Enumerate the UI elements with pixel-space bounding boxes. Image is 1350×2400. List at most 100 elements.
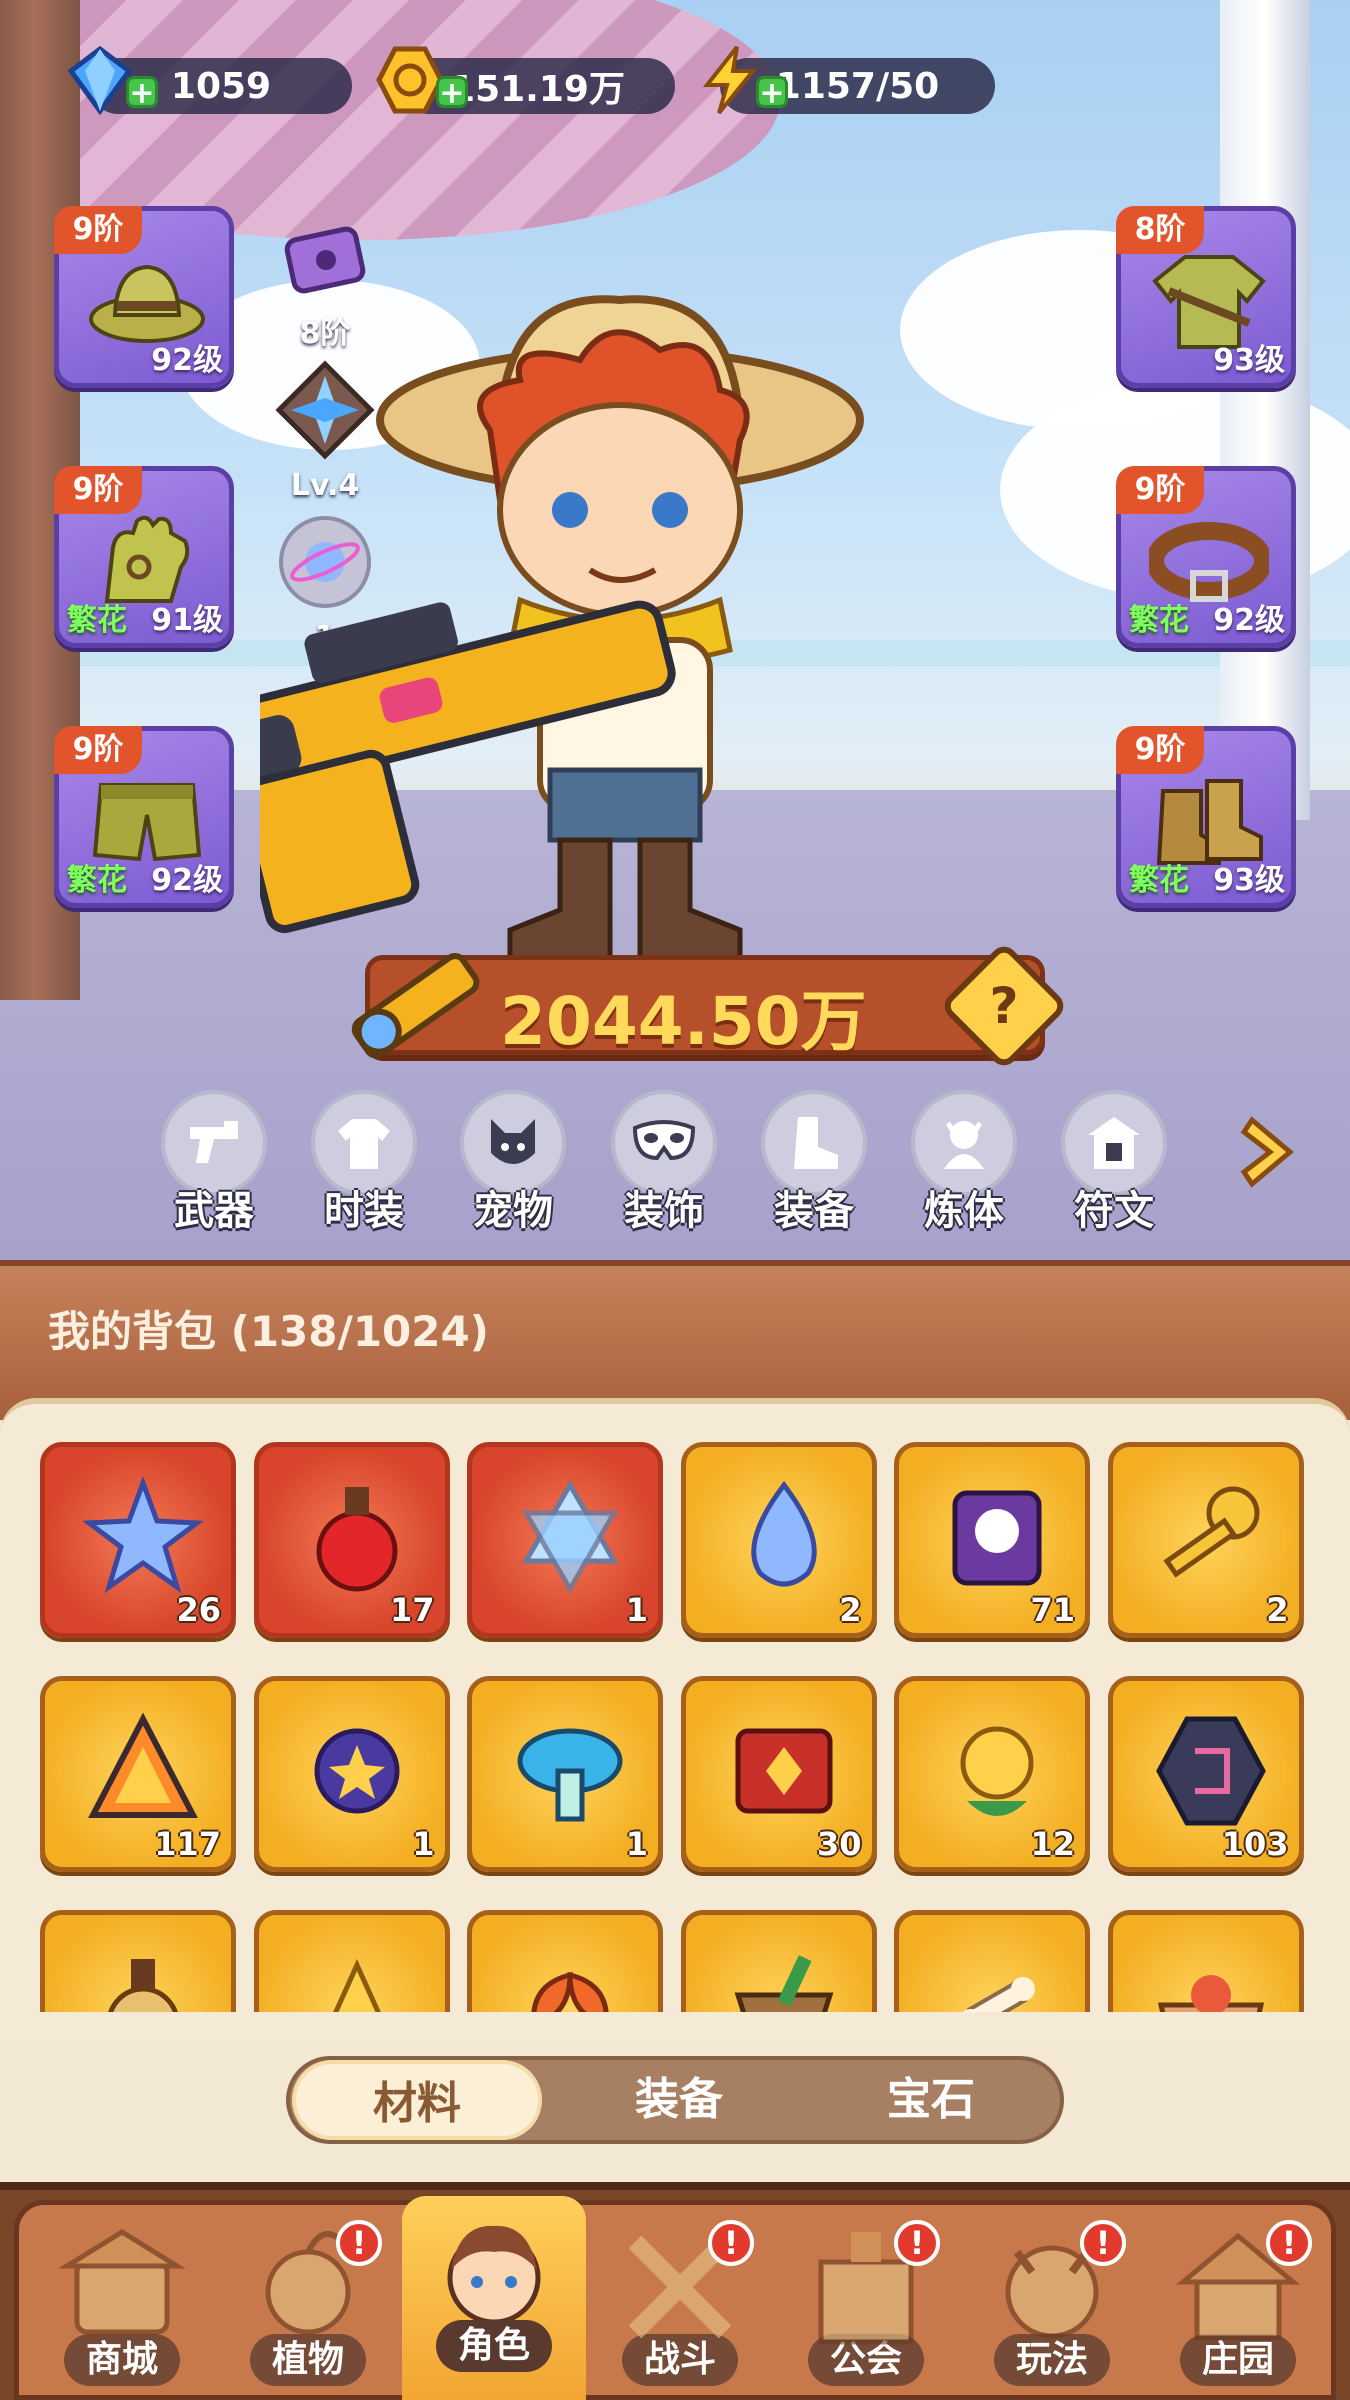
item-count: 1	[625, 1825, 648, 1863]
equipment-slot-clothes[interactable]: 8阶 93级	[1116, 206, 1296, 388]
combat-power-value: 2044.50万	[500, 983, 867, 1060]
power-gun-icon	[351, 953, 480, 1059]
level-label: 92级	[1213, 603, 1285, 638]
bag-tab-bar: 材料 装备 宝石	[286, 2056, 1064, 2144]
bag-item[interactable]: 103	[1107, 1676, 1304, 1872]
level-label: 92级	[151, 343, 223, 378]
item-count: 71	[1030, 1591, 1075, 1629]
level-label: 92级	[151, 863, 223, 898]
background-platform	[0, 0, 780, 240]
item-count: 30	[816, 1825, 862, 1863]
category-label: 炼体	[924, 1188, 1004, 1234]
gold-value: 151.19万	[450, 69, 625, 110]
gold-counter[interactable]: + 151.19万	[376, 46, 675, 114]
nav-character[interactable]: 角色	[402, 2196, 586, 2400]
bag-item[interactable]: 2	[1107, 1442, 1304, 1638]
bag-item[interactable]	[1107, 1910, 1304, 2012]
water-drop-icon	[750, 1480, 817, 1587]
nav-gameplay[interactable]: 玩法!	[960, 2210, 1144, 2400]
add-gems-button[interactable]: +	[126, 76, 158, 109]
category-weapon[interactable]: 武器	[156, 1090, 272, 1234]
bag-item[interactable]: 1	[467, 1676, 663, 1872]
bag-item[interactable]: 17	[253, 1442, 450, 1638]
nav-guild[interactable]: 公会!	[774, 2210, 958, 2400]
energy-counter[interactable]: + 1157/50	[702, 45, 995, 115]
bag-item[interactable]: 1	[467, 1442, 663, 1638]
category-label: 装备	[774, 1188, 854, 1234]
add-energy-button[interactable]: +	[756, 76, 788, 109]
tab-gems[interactable]: 宝石	[806, 2060, 1056, 2140]
bag-item[interactable]: 2	[680, 1442, 877, 1638]
bag-item[interactable]	[40, 1910, 236, 2012]
item-count: 2	[839, 1591, 862, 1629]
chevron-right-icon[interactable]	[1230, 1112, 1310, 1192]
tier-badge: 9阶	[54, 466, 142, 514]
item-count: 2	[1266, 1591, 1289, 1629]
crystal-star-icon	[83, 1477, 203, 1594]
bag-item[interactable]	[680, 1910, 877, 2012]
item-count: 12	[1030, 1825, 1075, 1863]
apple-potion-icon	[316, 1487, 397, 1592]
item-count: 1	[625, 1591, 648, 1629]
level-label: 93级	[1213, 863, 1285, 898]
bag-item[interactable]	[467, 1910, 663, 2012]
blue-mushroom-icon	[517, 1728, 623, 1822]
tier-badge: 9阶	[54, 726, 142, 774]
combat-power-banner: 2044.50万 ?	[351, 940, 1070, 1072]
bloom-tag: 繁花	[1129, 603, 1189, 638]
golden-key-icon	[1162, 1486, 1259, 1578]
nav-manor[interactable]: 庄园!	[1146, 2210, 1330, 2400]
notification-badge: !	[1080, 2220, 1126, 2266]
nav-label: 角色	[435, 2320, 552, 2372]
nav-shop[interactable]: 商城	[30, 2210, 214, 2400]
tab-materials[interactable]: 材料	[292, 2060, 542, 2140]
equipment-slot-hat[interactable]: 9阶 92级	[54, 206, 234, 388]
level-label: 93级	[1213, 343, 1285, 378]
tier-badge: 8阶	[1116, 206, 1204, 254]
help-icon: ?	[989, 977, 1019, 1035]
bone-icon	[963, 1977, 1035, 2012]
category-body-refining[interactable]: 炼体	[906, 1090, 1022, 1234]
bag-item[interactable]: 30	[680, 1676, 877, 1872]
golden-flower-icon	[960, 1726, 1034, 1816]
bag-item[interactable]: 71	[894, 1442, 1090, 1638]
equipment-slot-gloves[interactable]: 9阶 繁花 91级	[54, 466, 234, 648]
category-equipment[interactable]: 装备	[756, 1090, 872, 1234]
food-bowl-icon	[1157, 1975, 1264, 2012]
nav-battle[interactable]: 战斗!	[588, 2210, 772, 2400]
category-label: 装饰	[624, 1188, 704, 1234]
category-pet[interactable]: 宠物	[455, 1090, 571, 1234]
bag-item[interactable]	[253, 1910, 450, 2012]
bloom-tag: 繁花	[67, 863, 127, 898]
nav-plants[interactable]: 植物!	[216, 2210, 400, 2400]
lily-flower-icon	[531, 1971, 609, 2012]
equipment-slot-boots[interactable]: 9阶 繁花 93级	[1116, 726, 1296, 908]
equipment-slot-belt[interactable]: 9阶 繁花 92级	[1116, 466, 1296, 648]
energy-value: 1157/50	[775, 65, 940, 107]
skull-scroll-icon	[952, 1490, 1042, 1586]
category-costume[interactable]: 时装	[306, 1090, 422, 1234]
red-book-icon	[735, 1728, 832, 1814]
bag-item[interactable]: 1	[253, 1676, 450, 1872]
mortar-icon	[734, 1955, 833, 2012]
potion-bottle-icon	[108, 1959, 178, 2012]
category-label: 宠物	[473, 1188, 553, 1234]
equipment-slot-pants[interactable]: 9阶 繁花 92级	[54, 726, 234, 908]
bag-item[interactable]: 117	[40, 1676, 236, 1872]
gems-counter[interactable]: + 1059	[67, 45, 352, 116]
crystal-pile-icon	[332, 1958, 381, 2012]
category-rune[interactable]: 符文	[1056, 1090, 1172, 1234]
fire-prism-icon	[88, 1712, 198, 1818]
bag-item[interactable]: 26	[40, 1442, 236, 1638]
hero-character	[260, 295, 864, 963]
item-count: 1	[412, 1825, 435, 1863]
notification-badge: !	[336, 2220, 382, 2266]
shop-icon	[58, 2229, 186, 2335]
category-label: 符文	[1074, 1188, 1154, 1234]
add-gold-button[interactable]: +	[436, 76, 468, 109]
category-decoration[interactable]: 装饰	[606, 1090, 722, 1234]
tab-equipment[interactable]: 装备	[554, 2060, 804, 2140]
bag-item[interactable]: 12	[894, 1676, 1090, 1872]
bag-item[interactable]	[894, 1910, 1090, 2012]
item-count: 117	[154, 1825, 221, 1863]
